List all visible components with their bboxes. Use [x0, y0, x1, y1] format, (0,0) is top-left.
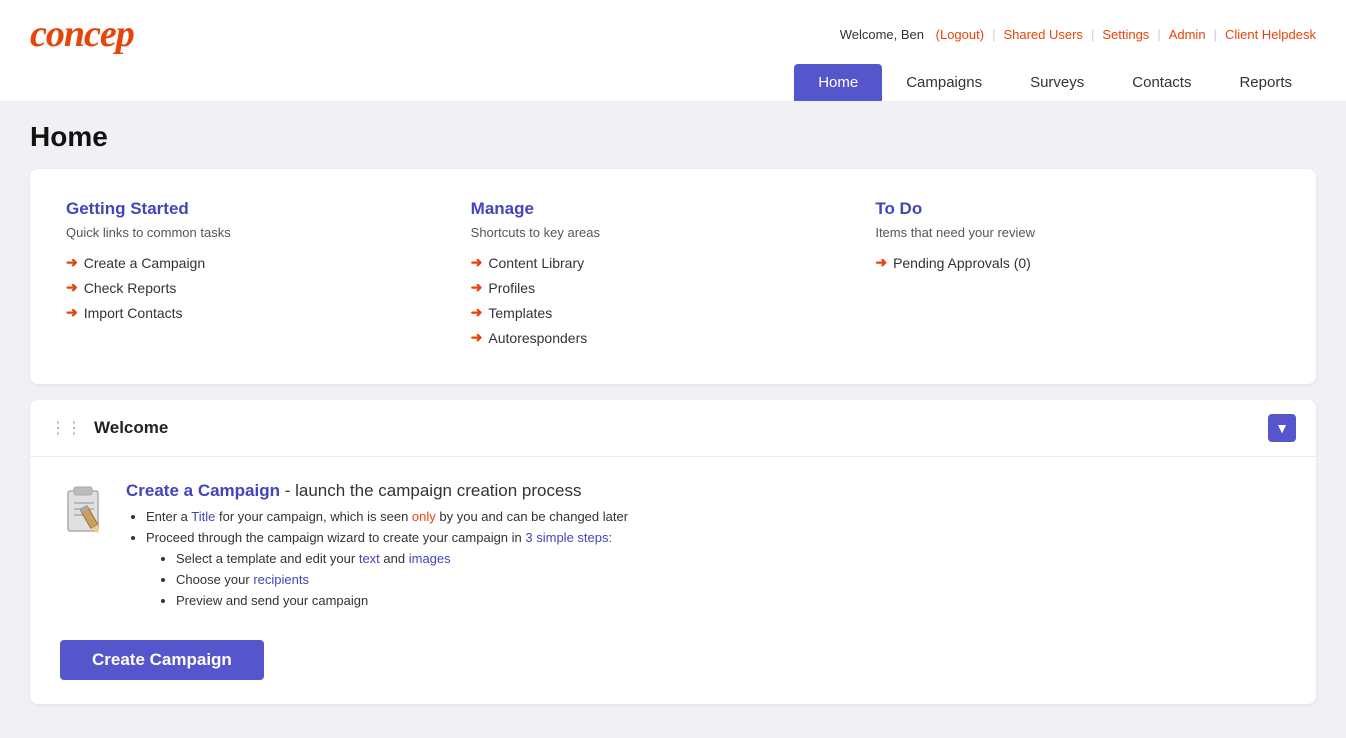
todo-section: To Do Items that need your review ➜ Pend…: [875, 199, 1280, 354]
manage-section: Manage Shortcuts to key areas ➜ Content …: [471, 199, 876, 354]
nav-home[interactable]: Home: [794, 64, 882, 101]
collapse-button[interactable]: ▼: [1268, 414, 1296, 442]
manage-title: Manage: [471, 199, 856, 219]
arrow-icon: ➜: [471, 254, 483, 271]
client-helpdesk-link[interactable]: Client Helpdesk: [1225, 27, 1316, 42]
arrow-icon: ➜: [66, 279, 78, 296]
arrow-icon: ➜: [471, 279, 483, 296]
link-templates[interactable]: ➜ Templates: [471, 304, 856, 321]
campaign-link[interactable]: Create a Campaign: [126, 481, 280, 500]
link-import-contacts[interactable]: ➜ Import Contacts: [66, 304, 451, 321]
bullet-1: Enter a Title for your campaign, which i…: [146, 509, 628, 524]
quicklinks-card: Getting Started Quick links to common ta…: [30, 169, 1316, 384]
link-content-library[interactable]: ➜ Content Library: [471, 254, 856, 271]
manage-subtitle: Shortcuts to key areas: [471, 225, 856, 240]
nav-reports[interactable]: Reports: [1215, 64, 1316, 101]
link-autoresponders[interactable]: ➜ Autoresponders: [471, 329, 856, 346]
shared-users-link[interactable]: Shared Users: [1003, 27, 1082, 42]
welcome-widget-title: Welcome: [94, 418, 168, 438]
link-profiles[interactable]: ➜ Profiles: [471, 279, 856, 296]
arrow-icon: ➜: [66, 304, 78, 321]
campaign-headline: Create a Campaign - launch the campaign …: [126, 481, 628, 501]
arrow-icon: ➜: [471, 304, 483, 321]
create-campaign-button[interactable]: Create Campaign: [60, 640, 264, 680]
logo[interactable]: concep: [30, 12, 134, 56]
todo-subtitle: Items that need your review: [875, 225, 1260, 240]
pencil-icon: [60, 485, 110, 548]
nav-surveys[interactable]: Surveys: [1006, 64, 1108, 101]
drag-handle-icon[interactable]: ⋮⋮: [50, 418, 82, 438]
getting-started-title: Getting Started: [66, 199, 451, 219]
nav-campaigns[interactable]: Campaigns: [882, 64, 1006, 101]
page-title: Home: [30, 121, 1316, 153]
link-create-campaign[interactable]: ➜ Create a Campaign: [66, 254, 451, 271]
getting-started-section: Getting Started Quick links to common ta…: [66, 199, 471, 354]
step-2: Choose your recipients: [176, 572, 628, 587]
welcome-widget: ⋮⋮ Welcome ▼: [30, 400, 1316, 704]
settings-link[interactable]: Settings: [1102, 27, 1149, 42]
bullet-2: Proceed through the campaign wizard to c…: [146, 530, 628, 608]
getting-started-subtitle: Quick links to common tasks: [66, 225, 451, 240]
arrow-icon: ➜: [471, 329, 483, 346]
arrow-icon: ➜: [66, 254, 78, 271]
logout-link[interactable]: (Logout): [936, 27, 984, 42]
step-1: Select a template and edit your text and…: [176, 551, 628, 566]
link-check-reports[interactable]: ➜ Check Reports: [66, 279, 451, 296]
nav-contacts[interactable]: Contacts: [1108, 64, 1215, 101]
welcome-text: Welcome, Ben: [840, 27, 924, 42]
link-pending-approvals[interactable]: ➜ Pending Approvals (0): [875, 254, 1260, 271]
arrow-icon: ➜: [875, 254, 887, 271]
step-3: Preview and send your campaign: [176, 593, 628, 608]
admin-link[interactable]: Admin: [1169, 27, 1206, 42]
todo-title: To Do: [875, 199, 1260, 219]
